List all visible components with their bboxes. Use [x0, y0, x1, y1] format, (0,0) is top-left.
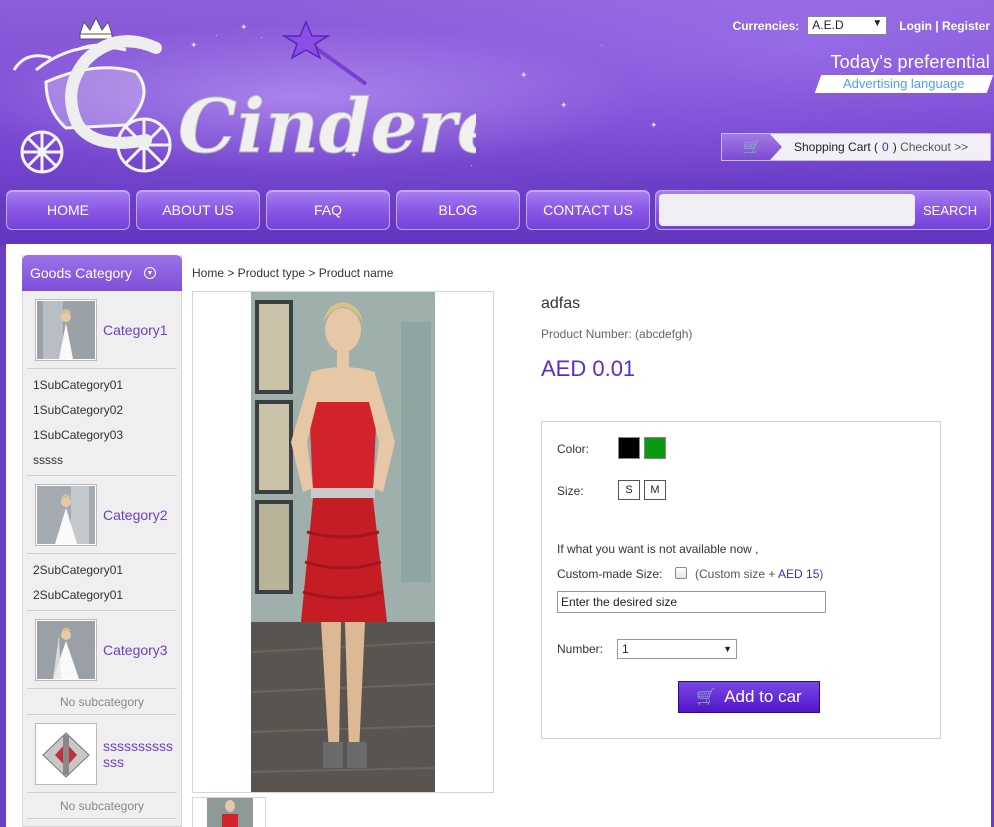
category-name[interactable]: Category2: [103, 507, 168, 523]
nav-contact-us[interactable]: CONTACT US: [526, 190, 650, 230]
custom-note-amount: AED 15: [778, 567, 820, 581]
subcategory-item[interactable]: 1SubCategory01: [27, 373, 177, 398]
custom-note-suffix: ): [819, 567, 824, 581]
cart-label: Shopping Cart (: [794, 140, 879, 154]
category-thumbnail: [35, 298, 97, 361]
subcategory-item[interactable]: 2SubCategory01: [27, 558, 177, 583]
quantity-select[interactable]: 1 ▼: [617, 639, 737, 659]
logo-text: Cinderella: [178, 84, 476, 170]
quantity-value: 1: [622, 642, 629, 656]
dropdown-arrow-icon: ▼: [872, 18, 883, 29]
category-name[interactable]: Category1: [103, 322, 168, 338]
nav-about-us[interactable]: ABOUT US: [136, 190, 260, 230]
category-sidebar: Goods Category ▼ Category1 1SubCategory0…: [22, 255, 182, 827]
breadcrumb[interactable]: Home > Product type > Product name: [192, 266, 393, 280]
currency-select[interactable]: A.E.D ▼: [807, 16, 888, 35]
promo-subtitle: Advertising language: [814, 75, 994, 93]
site-header: ✦ · ✦ · ✦ · ✦ · ✦ ✦ Cinderella: [0, 0, 994, 245]
sidebar-header: Goods Category ▼: [22, 255, 182, 291]
register-link[interactable]: Register: [942, 19, 990, 33]
cart-icon: 🛒: [722, 134, 782, 160]
custom-note-prefix: (Custom size +: [695, 567, 776, 581]
product-number: Product Number: (abcdefgh): [541, 327, 693, 341]
category-item[interactable]: Category1: [27, 291, 177, 369]
number-label: Number:: [557, 642, 604, 656]
checkout-link[interactable]: Checkout >>: [900, 140, 968, 154]
subcategory-item[interactable]: 1SubCategory03: [27, 423, 177, 448]
auth-separator: |: [935, 18, 939, 33]
cart-count: 0: [882, 140, 889, 154]
auth-links: Login | Register: [899, 19, 990, 33]
custom-size-label: Custom-made Size:: [557, 567, 663, 581]
main-nav: HOME ABOUT US FAQ BLOG CONTACT US: [6, 190, 656, 230]
category-name[interactable]: sssssssssssss: [103, 738, 177, 770]
sidebar-title: Goods Category: [30, 265, 132, 281]
subcategory-item[interactable]: 1SubCategory02: [27, 398, 177, 423]
add-to-cart-button[interactable]: 🛒 Add to car: [678, 681, 820, 713]
cart-icon: 🛒: [696, 689, 717, 706]
subcategory-list: 2SubCategory01 2SubCategory01: [27, 554, 177, 611]
color-swatch-green[interactable]: [644, 437, 666, 459]
nav-home[interactable]: HOME: [6, 190, 130, 230]
subcategory-item[interactable]: sssss: [27, 448, 177, 473]
size-option-m[interactable]: M: [644, 480, 666, 500]
nav-blog[interactable]: BLOG: [396, 190, 520, 230]
shopping-cart-bar[interactable]: 🛒 Shopping Cart (0) Checkout >>: [721, 133, 991, 161]
promo-subtitle-text: Advertising language: [843, 76, 965, 91]
search-bar: SEARCH: [655, 190, 991, 230]
color-swatch-black[interactable]: [618, 437, 640, 459]
chevron-down-icon[interactable]: ▼: [143, 267, 156, 279]
unavailable-text: If what you want is not available now ,: [557, 542, 759, 556]
custom-size-note: (Custom size + AED 15): [695, 567, 823, 581]
logo[interactable]: Cinderella: [6, 10, 476, 180]
search-button[interactable]: SEARCH: [923, 203, 977, 218]
add-to-cart-label: Add to car: [724, 687, 802, 706]
promo-banner: Today's preferential Advertising languag…: [814, 52, 994, 93]
cart-label-close: ): [892, 140, 897, 154]
subcategory-list: 1SubCategory01 1SubCategory02 1SubCatego…: [27, 369, 177, 476]
category-thumbnail: [35, 722, 97, 785]
category-item[interactable]: Category3: [27, 611, 177, 689]
no-subcategory-text: No subcategory: [27, 689, 177, 715]
no-subcategory-text: No subcategory: [27, 793, 177, 819]
category-name[interactable]: Category3: [103, 642, 168, 658]
product-main-image[interactable]: [192, 291, 494, 793]
search-input[interactable]: [659, 194, 915, 226]
product-price: AED 0.01: [541, 356, 636, 381]
dropdown-arrow-icon: ▼: [723, 644, 732, 654]
product-options-panel: Color: Size: S M If what you want is not…: [541, 421, 941, 739]
page-content: Goods Category ▼ Category1 1SubCategory0…: [6, 244, 991, 827]
category-item[interactable]: Category2: [27, 476, 177, 554]
product-name: adfas: [541, 295, 581, 312]
login-link[interactable]: Login: [899, 19, 932, 33]
subcategory-item[interactable]: 2SubCategory01: [27, 583, 177, 608]
category-item[interactable]: sssssssssssss: [27, 715, 177, 793]
top-utility-bar: Currencies: A.E.D ▼ Login | Register: [733, 16, 990, 35]
category-thumbnail: [35, 618, 97, 681]
currencies-label: Currencies:: [732, 18, 800, 33]
custom-size-checkbox[interactable]: [675, 567, 687, 579]
product-photo: [251, 292, 435, 792]
currency-value: A.E.D: [812, 18, 844, 32]
size-label: Size:: [557, 484, 584, 498]
category-thumbnail: [35, 483, 97, 546]
custom-size-input[interactable]: Enter the desired size: [557, 591, 826, 613]
nav-faq[interactable]: FAQ: [266, 190, 390, 230]
color-label: Color:: [557, 442, 590, 456]
size-option-s[interactable]: S: [618, 480, 640, 500]
product-thumbnail[interactable]: [192, 797, 266, 827]
cart-summary: Shopping Cart (0) Checkout >>: [794, 140, 968, 154]
promo-title: Today's preferential: [830, 52, 990, 72]
